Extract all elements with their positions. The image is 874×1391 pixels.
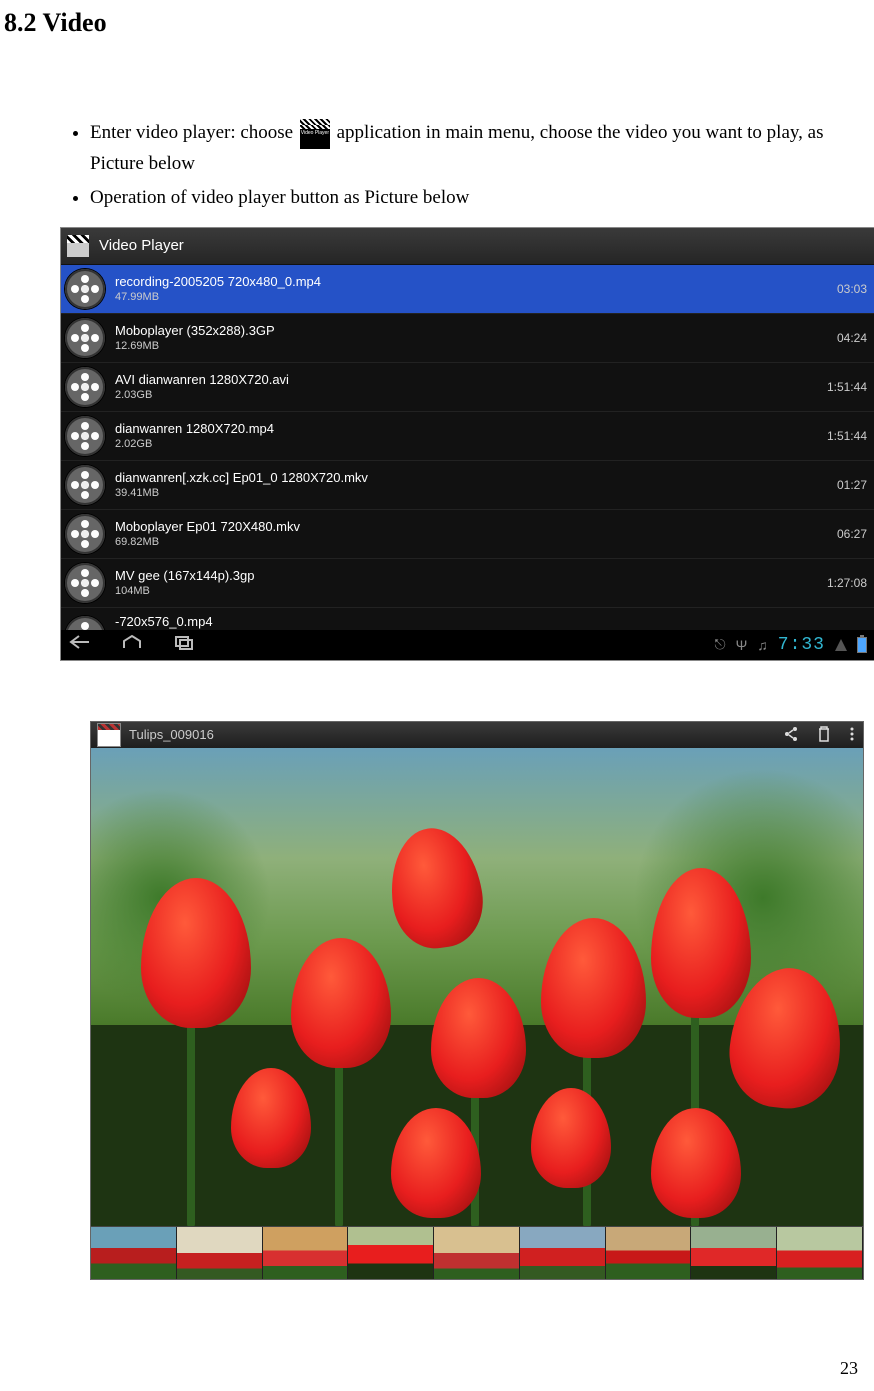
playback-title: Tulips_009016 <box>129 727 214 742</box>
film-reel-icon <box>65 514 105 554</box>
film-reel-icon <box>65 367 105 407</box>
video-size: 69.82MB <box>115 536 827 548</box>
video-name: recording-2005205 720x480_0.mp4 <box>115 274 827 289</box>
playback-top-bar: Tulips_009016 <box>91 722 863 748</box>
video-duration: 06:27 <box>827 527 867 541</box>
video-row[interactable]: Moboplayer (352x288).3GP 12.69MB04:24 <box>61 314 874 363</box>
video-row[interactable]: dianwanren[.xzk.cc] Ep01_0 1280X720.mkv 3… <box>61 461 874 510</box>
video-name: Moboplayer (352x288).3GP <box>115 323 827 338</box>
video-duration: 01:27 <box>827 478 867 492</box>
video-name: Moboplayer Ep01 720X480.mkv <box>115 519 827 534</box>
video-name: -720x576_0.mp4 <box>115 608 213 629</box>
thumbnail[interactable] <box>348 1227 434 1279</box>
film-reel-icon <box>65 416 105 456</box>
status-clock: 7:33 <box>778 635 825 655</box>
thumbnail[interactable] <box>520 1227 606 1279</box>
film-reel-icon <box>65 465 105 505</box>
android-nav-bar: ⎋ Ψ ♫ 7:33 <box>61 630 874 660</box>
video-duration: 1:27:08 <box>817 576 867 590</box>
video-duration: 03:03 <box>827 282 867 296</box>
film-reel-icon <box>65 563 105 603</box>
video-name: MV gee (167x144p).3gp <box>115 568 817 583</box>
video-frame[interactable] <box>91 748 863 1226</box>
video-player-app-icon: Video Player <box>300 119 330 149</box>
usb-debug-icon: ⎋ <box>715 636 726 653</box>
home-icon[interactable] <box>121 634 143 655</box>
section-heading: 8.2 Video <box>4 8 874 38</box>
clapperboard-icon <box>97 723 121 747</box>
video-size: 2.02GB <box>115 438 817 450</box>
thumbnail[interactable] <box>691 1227 777 1279</box>
video-row[interactable]: AVI dianwanren 1280X720.avi 2.03GB1:51:44 <box>61 363 874 412</box>
video-size: 104MB <box>115 585 817 597</box>
film-reel-icon <box>65 318 105 358</box>
video-row[interactable]: dianwanren 1280X720.mp4 2.02GB1:51:44 <box>61 412 874 461</box>
video-row-partial[interactable]: -720x576_0.mp4 <box>61 608 874 630</box>
film-reel-icon <box>65 269 105 309</box>
video-size: 39.41MB <box>115 487 827 499</box>
thumbnail[interactable] <box>177 1227 263 1279</box>
video-duration: 1:51:44 <box>817 380 867 394</box>
thumbnail[interactable] <box>434 1227 520 1279</box>
recent-apps-icon[interactable] <box>173 634 195 655</box>
thumbnail[interactable] <box>91 1227 177 1279</box>
video-player-header: Video Player <box>61 228 874 265</box>
instruction-list: Enter video player: choose Video Player … <box>60 118 874 213</box>
thumbnail-strip[interactable] <box>91 1226 863 1279</box>
video-row[interactable]: recording-2005205 720x480_0.mp4 47.99MB03… <box>61 265 874 314</box>
video-duration: 04:24 <box>827 331 867 345</box>
page-number: 23 <box>840 1358 858 1379</box>
signal-icon <box>835 639 847 651</box>
thumbnail[interactable] <box>263 1227 349 1279</box>
usb-icon: Ψ <box>736 637 748 653</box>
video-name: dianwanren 1280X720.mp4 <box>115 421 817 436</box>
video-size: 12.69MB <box>115 340 827 352</box>
video-list-screenshot: Video Player recording-2005205 720x480_0… <box>60 227 874 661</box>
video-name: AVI dianwanren 1280X720.avi <box>115 372 817 387</box>
video-row[interactable]: MV gee (167x144p).3gp 104MB1:27:08 <box>61 559 874 608</box>
video-size: 2.03GB <box>115 389 817 401</box>
instruction-item-1: Enter video player: choose Video Player … <box>90 118 874 179</box>
video-name: dianwanren[.xzk.cc] Ep01_0 1280X720.mkv <box>115 470 827 485</box>
film-reel-icon <box>65 616 105 630</box>
menu-icon[interactable] <box>849 726 855 745</box>
headphones-icon: ♫ <box>757 637 768 653</box>
clapperboard-icon <box>67 235 89 257</box>
video-player-title: Video Player <box>99 237 184 254</box>
battery-icon <box>857 637 867 653</box>
video-duration: 1:51:44 <box>817 429 867 443</box>
back-icon[interactable] <box>69 634 91 655</box>
thumbnail[interactable] <box>606 1227 692 1279</box>
instruction-item-2: Operation of video player button as Pict… <box>90 183 874 213</box>
video-playback-screenshot: Tulips_009016 <box>90 721 864 1280</box>
trash-icon[interactable] <box>817 726 831 745</box>
video-row[interactable]: Moboplayer Ep01 720X480.mkv 69.82MB06:27 <box>61 510 874 559</box>
thumbnail[interactable] <box>777 1227 863 1279</box>
video-size: 47.99MB <box>115 291 827 303</box>
instruction-1-prefix: Enter video player: choose <box>90 122 298 143</box>
share-icon[interactable] <box>783 726 799 745</box>
